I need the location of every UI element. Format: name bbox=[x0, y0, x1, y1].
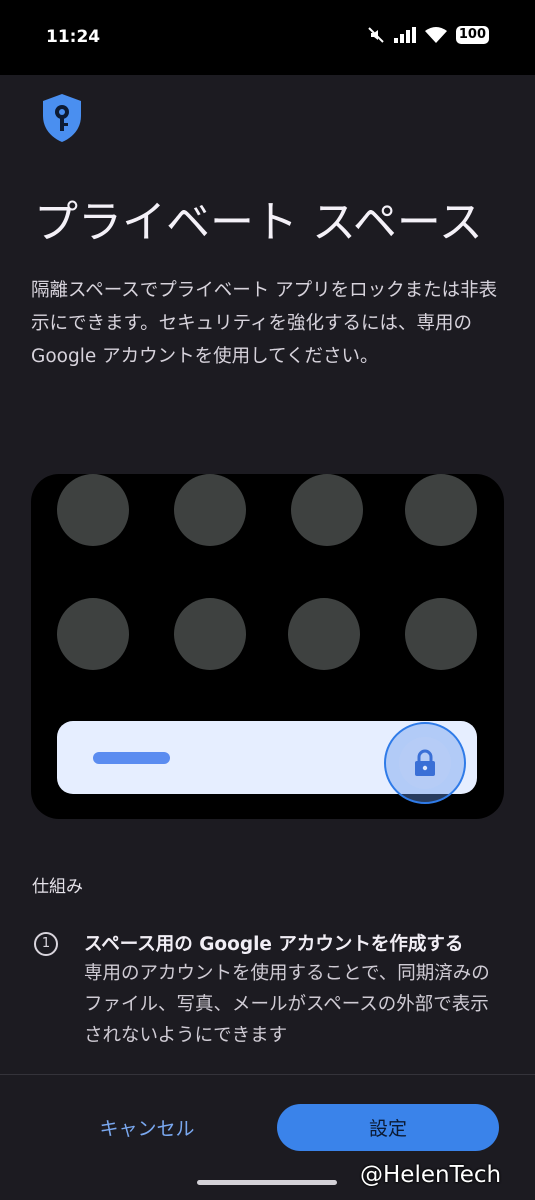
signal-icon bbox=[393, 27, 416, 43]
app-placeholder bbox=[57, 474, 129, 546]
shield-key-icon bbox=[43, 94, 81, 142]
app-placeholder bbox=[291, 474, 363, 546]
app-placeholder bbox=[288, 598, 360, 670]
lock-button bbox=[399, 737, 451, 789]
mute-icon bbox=[368, 27, 384, 43]
status-bar: 11:24 100 bbox=[0, 0, 535, 75]
step-number-badge: 1 bbox=[34, 932, 58, 956]
battery-icon: 100 bbox=[455, 26, 489, 44]
lock-illustration bbox=[31, 474, 504, 819]
how-it-works-label: 仕組み bbox=[32, 877, 83, 897]
wifi-icon bbox=[424, 27, 447, 43]
app-placeholder bbox=[174, 474, 246, 546]
home-indicator[interactable] bbox=[197, 1180, 337, 1185]
watermark: @HelenTech bbox=[360, 1162, 502, 1188]
lock-bar-indicator bbox=[93, 752, 170, 764]
app-placeholder bbox=[405, 598, 477, 670]
app-placeholder bbox=[405, 474, 477, 546]
lock-icon bbox=[415, 749, 435, 776]
cancel-button[interactable]: キャンセル bbox=[82, 1104, 212, 1150]
page-description: 隔離スペースでプライベート アプリをロックまたは非表示にできます。セキュリティを… bbox=[31, 280, 498, 367]
page-title: プライベート スペース bbox=[34, 197, 483, 248]
setup-button[interactable]: 設定 bbox=[277, 1104, 499, 1151]
step-description: 専用のアカウントを使用することで、同期済みのファイル、写真、メールがスペースの外… bbox=[84, 963, 490, 1046]
app-placeholder bbox=[174, 598, 246, 670]
app-placeholder bbox=[57, 598, 129, 670]
lock-button-highlight bbox=[384, 722, 466, 804]
status-time: 11:24 bbox=[46, 27, 101, 47]
status-icons: 100 bbox=[367, 26, 489, 44]
divider bbox=[0, 1074, 535, 1075]
step-title: スペース用の Google アカウントを作成する bbox=[84, 934, 464, 955]
